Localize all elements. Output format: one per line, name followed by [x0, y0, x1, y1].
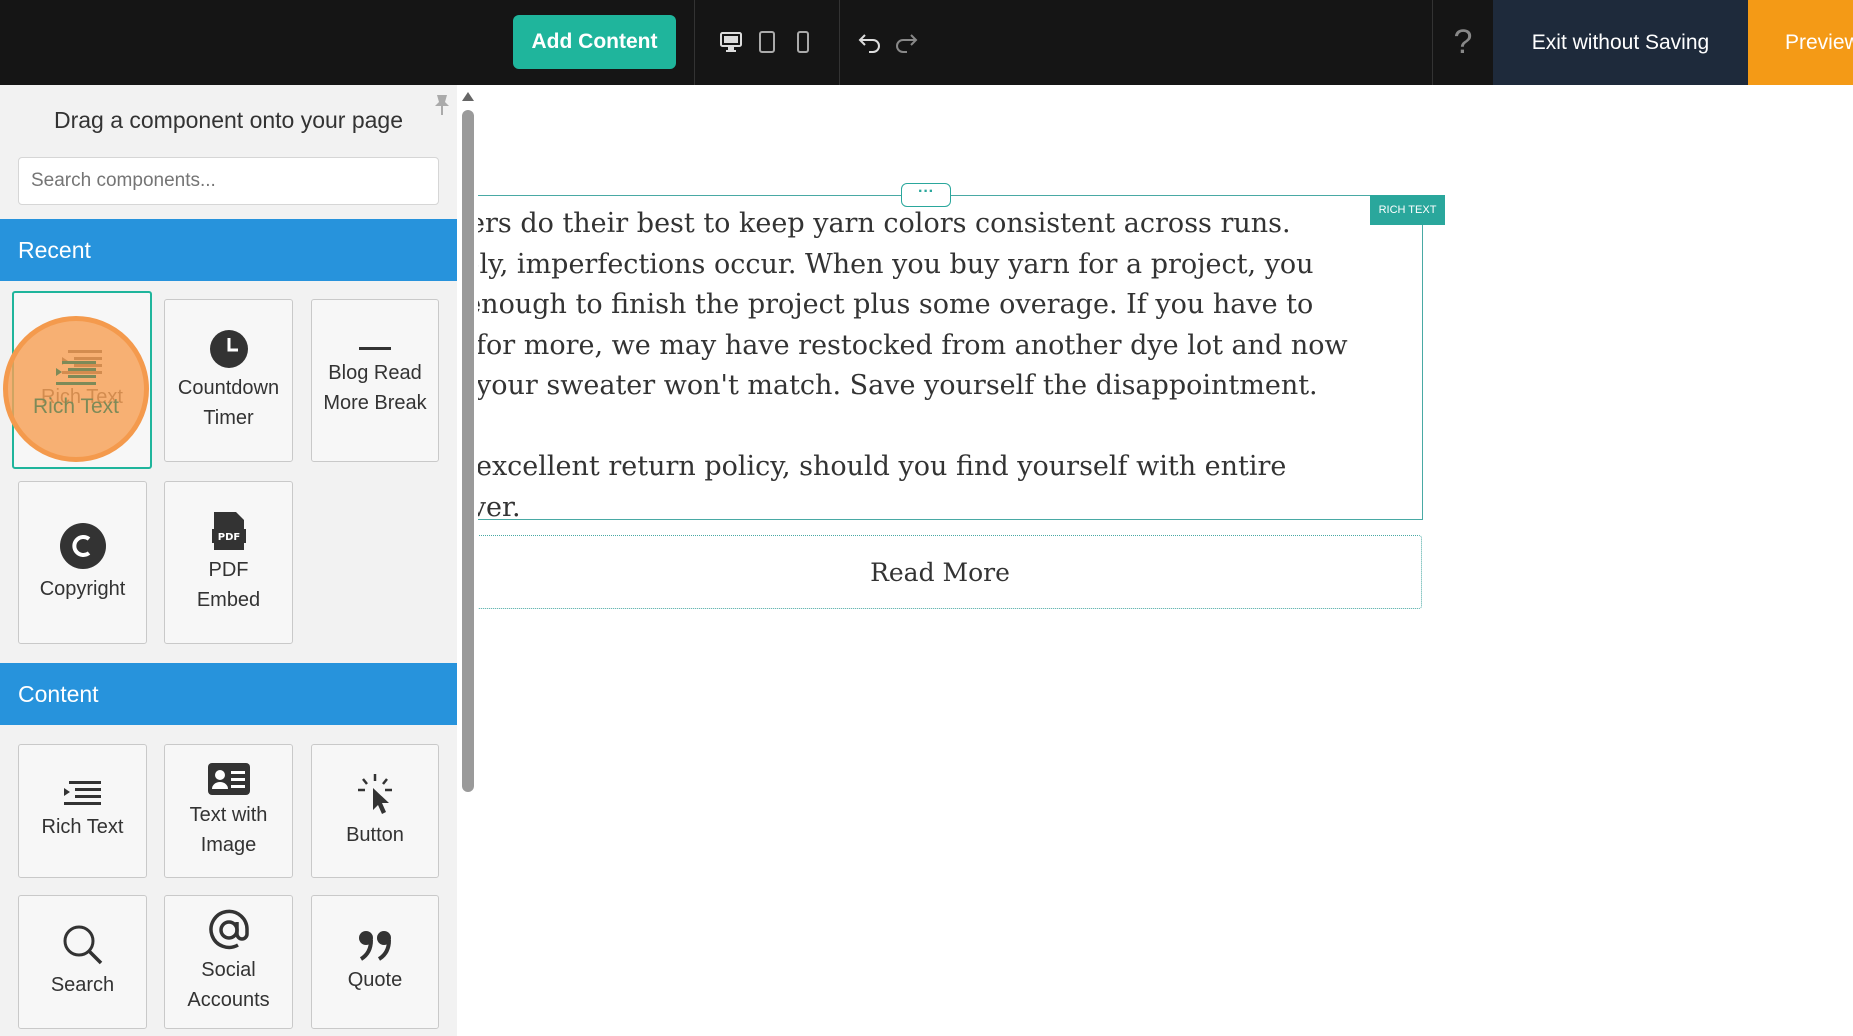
text-line: rtunately, imperfections occur. When you…: [478, 248, 1314, 280]
content-tile-rich-text[interactable]: Rich Text: [18, 744, 147, 878]
add-content-button[interactable]: Add Content: [513, 15, 676, 69]
search-icon: [62, 924, 104, 966]
recent-tile-countdown-timer[interactable]: Countdown Timer: [164, 299, 293, 462]
content-tile-button[interactable]: Button: [311, 744, 439, 878]
tile-label: Copyright: [39, 577, 126, 600]
id-card-icon: [207, 762, 251, 796]
at-sign-icon: [208, 909, 250, 951]
dash-icon: [358, 344, 392, 354]
exit-without-saving-button[interactable]: Exit without Saving: [1493, 0, 1748, 85]
svg-text:PDF: PDF: [217, 532, 239, 543]
scroll-up-arrow[interactable]: [461, 89, 475, 103]
rich-text-tag: RICH TEXT: [1370, 195, 1445, 225]
sidebar-title: Drag a component onto your page: [53, 107, 404, 133]
redo-icon[interactable]: [892, 28, 920, 56]
tile-label: Button: [346, 824, 404, 846]
recent-tile-copyright[interactable]: Copyright: [18, 481, 147, 644]
text-line: [478, 407, 1408, 448]
content-section-header[interactable]: Content: [0, 663, 457, 725]
desktop-view-icon[interactable]: [717, 28, 745, 56]
recent-tile-blog-read-more-break[interactable]: Blog Read More Break: [311, 299, 439, 462]
mobile-view-icon[interactable]: [789, 28, 817, 56]
content-tile-text-with-image[interactable]: Text with Image: [164, 744, 293, 878]
tile-label: Search: [50, 974, 115, 996]
text-line: ave an excellent return policy, should y…: [478, 451, 1287, 482]
tile-label: Rich Text: [41, 816, 124, 838]
tile-label: PDF Embed: [196, 558, 261, 611]
content-tile-search[interactable]: Search: [18, 895, 147, 1029]
tile-label: Social Accounts: [187, 959, 270, 1011]
toolbar-divider: [694, 0, 695, 85]
sidebar-scrollbar[interactable]: [462, 110, 474, 792]
click-icon: [355, 772, 395, 816]
component-sidebar: Drag a component onto your page Recent R…: [0, 85, 457, 1036]
read-more-block[interactable]: Read More: [478, 535, 1422, 609]
rich-text-content[interactable]: ifacturers do their best to keep yarn co…: [478, 204, 1408, 528]
toolbar-divider: [839, 0, 840, 85]
tile-label: Quote: [347, 969, 403, 991]
click-highlight-content: Rich Text: [3, 316, 149, 462]
rich-text-block[interactable]: ifacturers do their best to keep yarn co…: [478, 195, 1423, 523]
page-canvas: ifacturers do their best to keep yarn co…: [478, 85, 1853, 1036]
recent-section-header[interactable]: Recent: [0, 219, 457, 281]
text-line: is leftover.: [478, 491, 521, 523]
tablet-view-icon[interactable]: [753, 28, 781, 56]
tile-label: Countdown Timer: [177, 376, 280, 429]
tile-label: Blog Read More Break: [323, 361, 427, 414]
undo-icon[interactable]: [856, 28, 884, 56]
text-line: e back for more, we may have restocked f…: [478, 329, 1348, 361]
text-line: ifacturers do their best to keep yarn co…: [478, 208, 1291, 239]
search-components-input[interactable]: [18, 157, 439, 205]
rich-text-icon: [63, 780, 103, 808]
read-more-label: Read More: [870, 557, 1010, 587]
quote-icon: [357, 929, 393, 961]
pin-icon[interactable]: [433, 93, 451, 117]
recent-tile-pdf-embed[interactable]: PDF PDF Embed: [164, 481, 293, 644]
text-line: ld get enough to finish the project plus…: [478, 289, 1314, 320]
block-menu-button[interactable]: ···: [901, 183, 951, 207]
copyright-icon: [59, 522, 107, 570]
content-tile-quote[interactable]: Quote: [311, 895, 439, 1029]
preview-button[interactable]: Preview: [1748, 0, 1853, 85]
help-icon[interactable]: ?: [1433, 18, 1493, 66]
text-line: arm of your sweater won't match. Save yo…: [478, 370, 1318, 401]
top-toolbar: Add Content ? Exit without Saving Previe…: [0, 0, 1853, 85]
content-tile-social-accounts[interactable]: Social Accounts: [164, 895, 293, 1029]
clock-icon: [209, 329, 249, 369]
pdf-icon: PDF: [210, 511, 248, 551]
tile-label: Text with Image: [189, 804, 268, 856]
highlight-label: Rich Text: [33, 395, 119, 418]
